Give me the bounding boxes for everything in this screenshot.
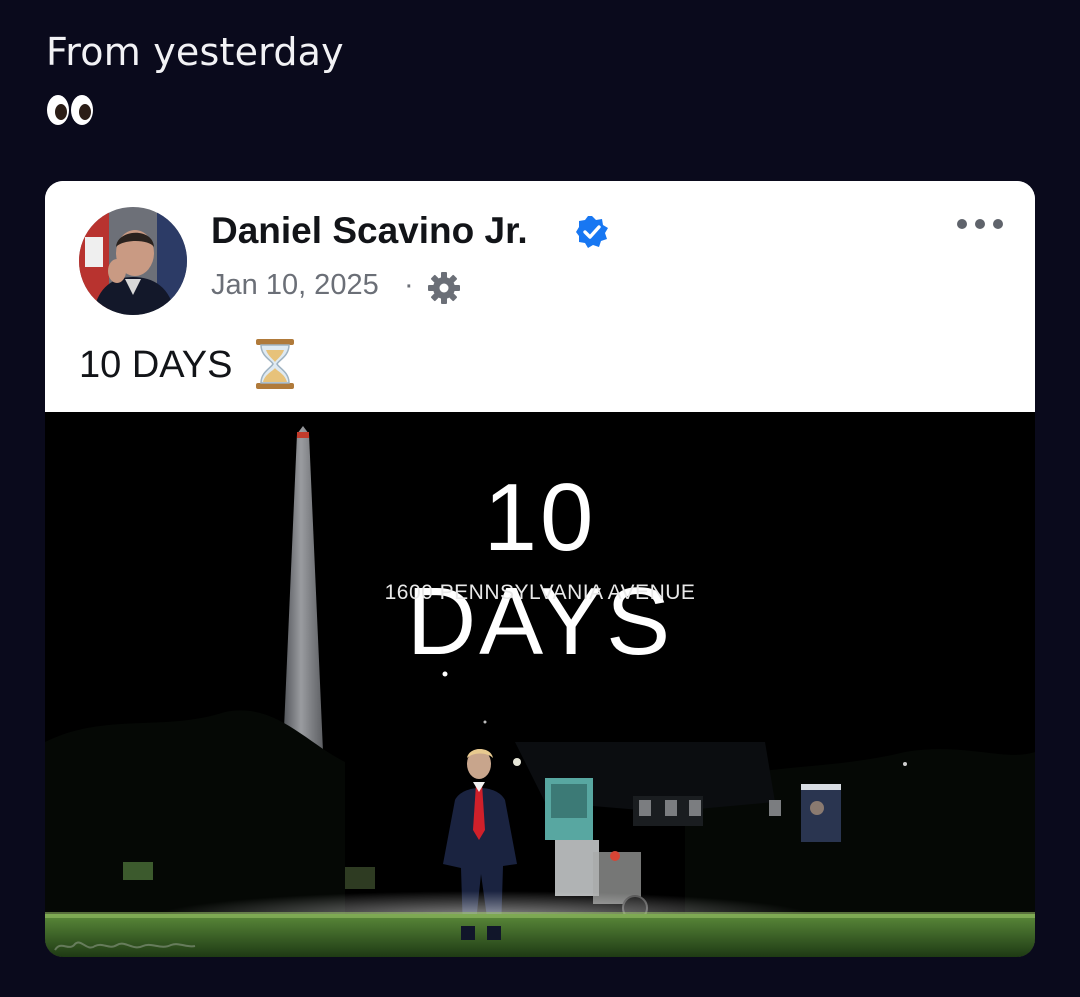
caption-text: From yesterday	[46, 30, 344, 74]
image-headline: 10 DAYS	[406, 464, 674, 675]
avatar[interactable]	[79, 207, 187, 315]
author-name[interactable]: Daniel Scavino Jr.	[211, 209, 528, 253]
gear-icon	[428, 272, 460, 304]
verified-badge-icon	[576, 216, 608, 248]
facebook-post-card: Daniel Scavino Jr. Jan 10, 2025 · 10 DAY…	[45, 181, 1035, 957]
eyes-emoji-icon	[47, 95, 93, 125]
post-date[interactable]: Jan 10, 2025	[211, 267, 379, 303]
date-separator: ·	[404, 269, 414, 301]
post-text: 10 DAYS	[79, 344, 233, 386]
post-header: Daniel Scavino Jr. Jan 10, 2025 · 10 DAY…	[45, 181, 1035, 412]
dan-scavino-signature-watermark	[54, 941, 196, 951]
hourglass-icon	[256, 339, 294, 389]
post-image[interactable]: 10 DAYS 1600 PENNSYLVANIA AVENUE	[45, 412, 1035, 957]
image-subheadline: 1600 PENNSYLVANIA AVENUE	[384, 581, 696, 604]
more-options-icon[interactable]	[953, 214, 1007, 234]
